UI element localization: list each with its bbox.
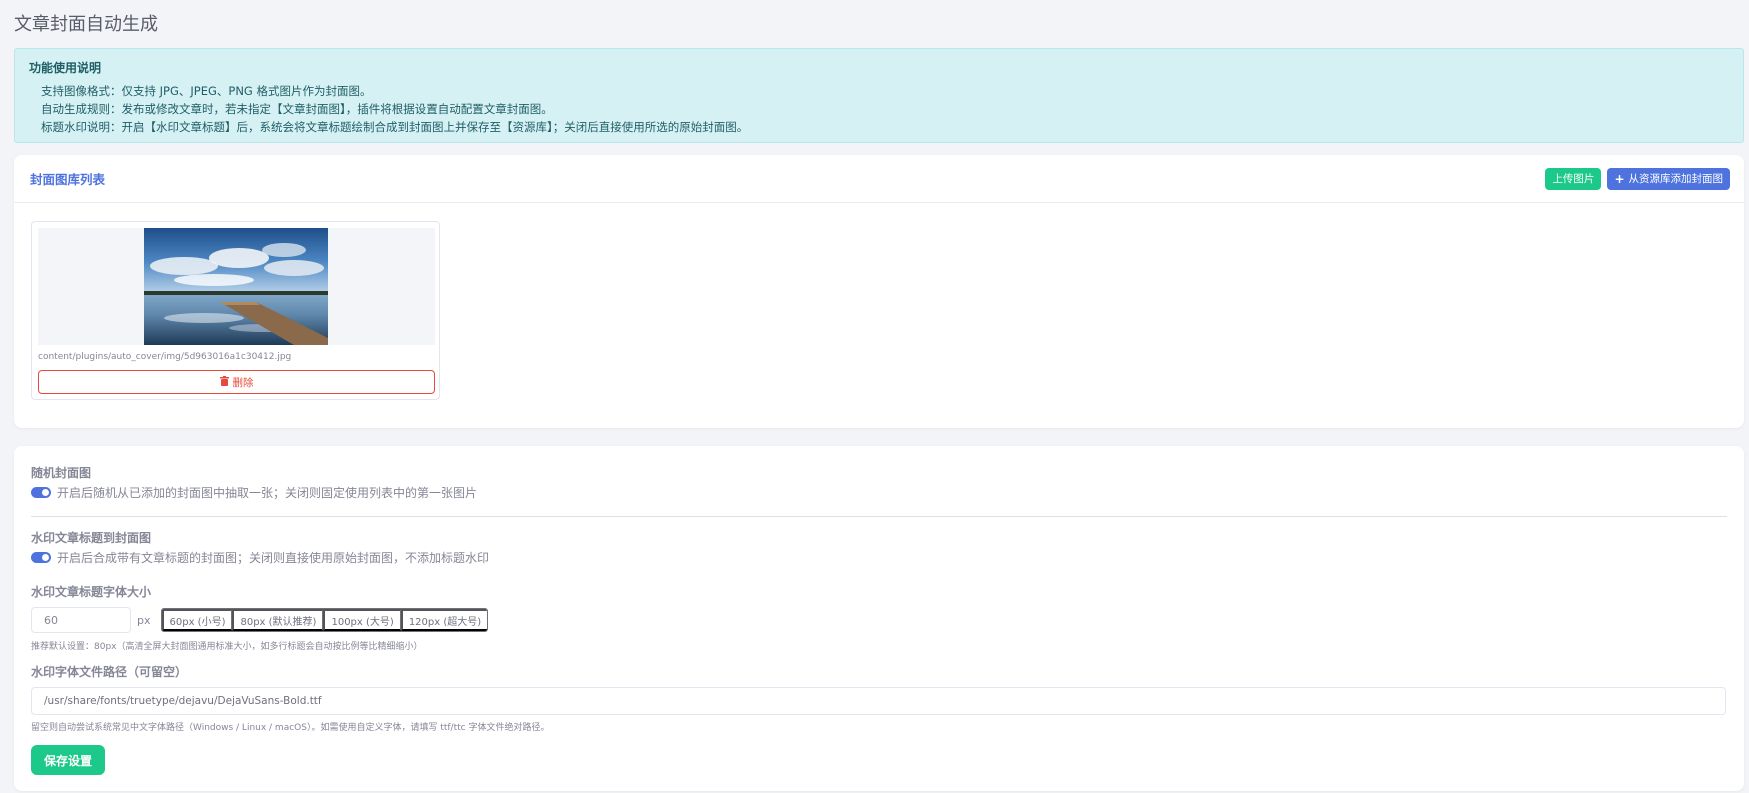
page-title: 文章封面自动生成: [14, 14, 158, 35]
upload-image-button[interactable]: 上传图片: [1545, 167, 1602, 190]
font-size-presets: 60px (小号) 80px (默认推荐) 100px (大号) 120px (…: [160, 608, 489, 632]
preset-100px-button[interactable]: 100px (大号): [323, 609, 401, 631]
add-from-library-label: 从资源库添加封面图: [1628, 173, 1724, 185]
cover-image-item: content/plugins/auto_cover/img/5d963016a…: [31, 221, 440, 400]
trash-icon: [219, 375, 229, 389]
preset-120px-button[interactable]: 120px (超大号): [400, 609, 488, 631]
gallery-title: 封面图库列表: [30, 172, 106, 187]
font-size-input[interactable]: 60: [31, 607, 131, 633]
cover-image-frame: [38, 228, 435, 345]
font-size-label: 水印文章标题字体大小: [31, 585, 152, 599]
font-path-label: 水印字体文件路径（可留空）: [31, 665, 188, 679]
watermark-toggle-row: 开启后合成带有文章标题的封面图；关闭则直接使用原始封面图，不添加标题水印: [31, 549, 489, 566]
notice-line-formats: 支持图像格式：仅支持 JPG、JPEG、PNG 格式图片作为封面图。: [41, 84, 372, 98]
delete-label: 删除: [232, 376, 254, 389]
notice-line-watermark: 标题水印说明：开启【水印文章标题】后，系统会将文章标题绘制合成到封面图上并保存至…: [41, 120, 749, 134]
random-cover-desc: 开启后随机从已添加的封面图中抽取一张；关闭则固定使用列表中的第一张图片: [57, 486, 478, 500]
font-size-unit: px: [137, 613, 151, 627]
notice-line-rules: 自动生成规则：发布或修改文章时，若未指定【文章封面图】，插件将根据设置自动配置文…: [41, 102, 553, 116]
cover-image-path: content/plugins/auto_cover/img/5d963016a…: [38, 352, 292, 362]
font-path-hint: 留空则自动尝试系统常见中文字体路径（Windows / Linux / macO…: [31, 723, 550, 733]
random-cover-toggle-row: 开启后随机从已添加的封面图中抽取一张；关闭则固定使用列表中的第一张图片: [31, 484, 477, 501]
preset-80px-button[interactable]: 80px (默认推荐): [232, 609, 324, 631]
usage-notice: 功能使用说明 支持图像格式：仅支持 JPG、JPEG、PNG 格式图片作为封面图…: [14, 48, 1744, 143]
font-size-row: 60 px 60px (小号) 80px (默认推荐) 100px (大号) 1…: [31, 607, 489, 633]
settings-card: 随机封面图 开启后随机从已添加的封面图中抽取一张；关闭则固定使用列表中的第一张图…: [14, 446, 1744, 791]
random-cover-label: 随机封面图: [31, 466, 92, 480]
font-size-hint: 推荐默认设置：80px（高清全屏大封面图通用标准大小，如多行标题会自动按比例等比…: [31, 642, 423, 652]
upload-image-label: 上传图片: [1552, 173, 1595, 185]
notice-title: 功能使用说明: [29, 61, 102, 75]
watermark-desc: 开启后合成带有文章标题的封面图；关闭则直接使用原始封面图，不添加标题水印: [57, 551, 490, 565]
watermark-title-label: 水印文章标题到封面图: [31, 531, 152, 545]
section-divider: [31, 516, 1727, 517]
cover-image-thumbnail[interactable]: [144, 228, 328, 345]
gallery-header: 封面图库列表 上传图片 + 从资源库添加封面图: [14, 155, 1744, 203]
font-path-input[interactable]: /usr/share/fonts/truetype/dejavu/DejaVuS…: [31, 687, 1726, 715]
plus-icon: +: [1614, 171, 1625, 186]
random-cover-switch[interactable]: [31, 487, 51, 498]
preset-60px-button[interactable]: 60px (小号): [161, 609, 233, 631]
delete-cover-button[interactable]: 删除: [38, 370, 435, 394]
save-settings-button[interactable]: 保存设置: [31, 745, 105, 775]
watermark-switch[interactable]: [31, 552, 51, 563]
add-from-library-button[interactable]: + 从资源库添加封面图: [1607, 167, 1730, 190]
cover-gallery-card: 封面图库列表 上传图片 + 从资源库添加封面图 content/plugins/…: [14, 155, 1744, 428]
